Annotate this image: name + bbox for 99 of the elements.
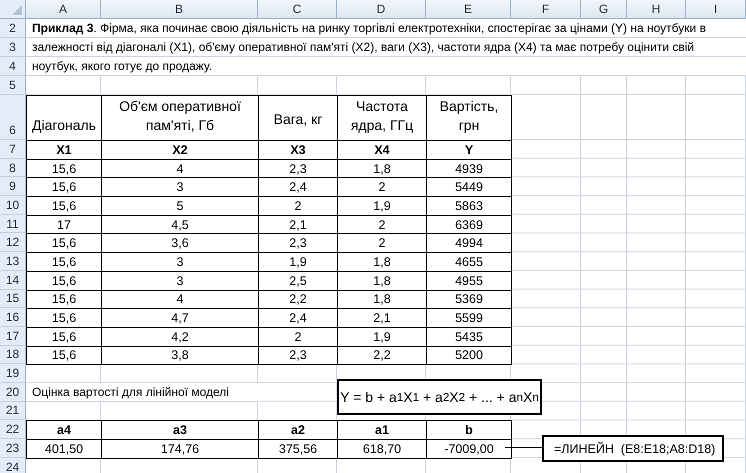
row-header[interactable]: 3 <box>0 38 26 57</box>
column-header[interactable]: I <box>686 0 746 19</box>
coefficient-value: 618,70 <box>337 439 427 459</box>
leader-line <box>505 447 542 448</box>
formula-note: =ЛИНЕЙН (E8:E18;A8:D18) <box>542 435 724 462</box>
row-header[interactable]: 18 <box>0 346 26 364</box>
table-cell: 3,6 <box>101 233 259 254</box>
table-cell: 4994 <box>426 233 512 254</box>
row-header[interactable]: 6 <box>0 95 26 140</box>
table-cell: 4655 <box>426 252 512 272</box>
row-header[interactable]: 23 <box>0 439 26 458</box>
table-cell: 1,9 <box>258 252 338 272</box>
table-cell: 15,6 <box>26 196 102 216</box>
table-header: Частота ядра, ГГц <box>337 95 427 141</box>
table-header: Діагональ <box>26 95 102 141</box>
table-cell: 15,6 <box>26 252 102 272</box>
row-header[interactable]: 11 <box>0 214 26 234</box>
column-header[interactable]: E <box>426 0 511 19</box>
row-header[interactable]: 19 <box>0 364 26 383</box>
table-cell: 2,3 <box>258 346 338 366</box>
table-cell: 2,5 <box>258 270 338 290</box>
table-cell: 4,7 <box>101 308 259 328</box>
row-header[interactable]: 20 <box>0 382 26 402</box>
table-cell: 5369 <box>426 290 512 310</box>
variable-header: X2 <box>101 140 259 160</box>
table-cell: 5 <box>101 196 259 216</box>
table-header: Вартість, грн <box>426 95 512 141</box>
row-header[interactable]: 2 <box>0 19 26 38</box>
table-cell: 1,9 <box>337 326 427 347</box>
table-cell: 15,6 <box>26 346 102 366</box>
row-header[interactable]: 8 <box>0 158 26 178</box>
row-header[interactable]: 4 <box>0 57 26 76</box>
row-header[interactable]: 10 <box>0 196 26 215</box>
column-header[interactable]: C <box>258 0 337 19</box>
table-cell: 1,9 <box>337 196 427 216</box>
table-cell: 2,4 <box>258 308 338 328</box>
table-cell: 2,1 <box>337 308 427 328</box>
row-header[interactable]: 22 <box>0 420 26 439</box>
column-header[interactable]: H <box>627 0 686 19</box>
table-cell: 2 <box>258 326 338 347</box>
row-header[interactable]: 9 <box>0 177 26 196</box>
table-cell: 5449 <box>426 177 512 198</box>
row-header[interactable]: 16 <box>0 308 26 327</box>
column-header[interactable]: A <box>26 0 101 19</box>
table-cell: 15,6 <box>26 177 102 198</box>
row-header[interactable]: 13 <box>0 252 26 271</box>
coefficient-value: 174,76 <box>101 439 259 459</box>
row-header[interactable]: 24 <box>0 458 26 473</box>
row-header[interactable]: 5 <box>0 76 26 95</box>
table-cell: 4,2 <box>101 326 259 347</box>
table-header: Об'єм оперативної пам'яті, Гб <box>101 95 259 141</box>
coefficient-header: b <box>426 420 512 440</box>
variable-header: X4 <box>337 140 427 160</box>
coefficient-header: a2 <box>258 420 338 440</box>
table-cell: 2,4 <box>258 177 338 198</box>
row-header[interactable]: 15 <box>0 290 26 308</box>
coefficient-header: a1 <box>337 420 427 440</box>
select-all-icon[interactable] <box>12 5 22 15</box>
table-cell: 15,6 <box>26 233 102 254</box>
table-cell: 3 <box>101 177 259 198</box>
table-cell: 15,6 <box>26 326 102 347</box>
table-cell: 4955 <box>426 270 512 290</box>
variable-header: X3 <box>258 140 338 160</box>
table-header: Вага, кг <box>258 95 338 141</box>
table-cell: 3,8 <box>101 346 259 366</box>
table-cell: 5863 <box>426 196 512 216</box>
coefficient-value: 375,56 <box>258 439 338 459</box>
table-cell: 1,8 <box>337 270 427 290</box>
column-header[interactable]: D <box>337 0 426 19</box>
table-cell: 2 <box>337 233 427 254</box>
table-cell: 1,8 <box>337 252 427 272</box>
table-cell: 5200 <box>426 346 512 366</box>
row-header[interactable]: 17 <box>0 326 26 346</box>
coefficient-value: -7009,00 <box>426 439 512 459</box>
coefficient-value: 401,50 <box>26 439 102 459</box>
coefficient-header: a4 <box>26 420 102 440</box>
row-header[interactable]: 7 <box>0 140 26 159</box>
table-cell: 3 <box>101 252 259 272</box>
column-header[interactable]: B <box>101 0 258 19</box>
table-cell: 2,2 <box>337 346 427 366</box>
caption-text: Оцінка вартості для лінійної моделі <box>26 382 258 402</box>
variable-header: X1 <box>26 140 102 160</box>
column-header[interactable]: F <box>511 0 581 19</box>
row-header[interactable]: 21 <box>0 402 26 420</box>
table-cell: 3 <box>101 270 259 290</box>
row-header[interactable]: 12 <box>0 233 26 252</box>
variable-header: Y <box>426 140 512 160</box>
table-cell: 4939 <box>426 158 512 178</box>
table-cell: 15,6 <box>26 308 102 328</box>
table-cell: 6369 <box>426 214 512 234</box>
table-cell: 2,3 <box>258 233 338 254</box>
row-header[interactable]: 14 <box>0 270 26 290</box>
table-cell: 5435 <box>426 326 512 347</box>
table-cell: 2 <box>337 177 427 198</box>
table-cell: 15,6 <box>26 270 102 290</box>
table-cell: 2 <box>258 196 338 216</box>
coefficient-header: a3 <box>101 420 259 440</box>
table-cell: 5599 <box>426 308 512 328</box>
column-header[interactable]: G <box>581 0 627 19</box>
